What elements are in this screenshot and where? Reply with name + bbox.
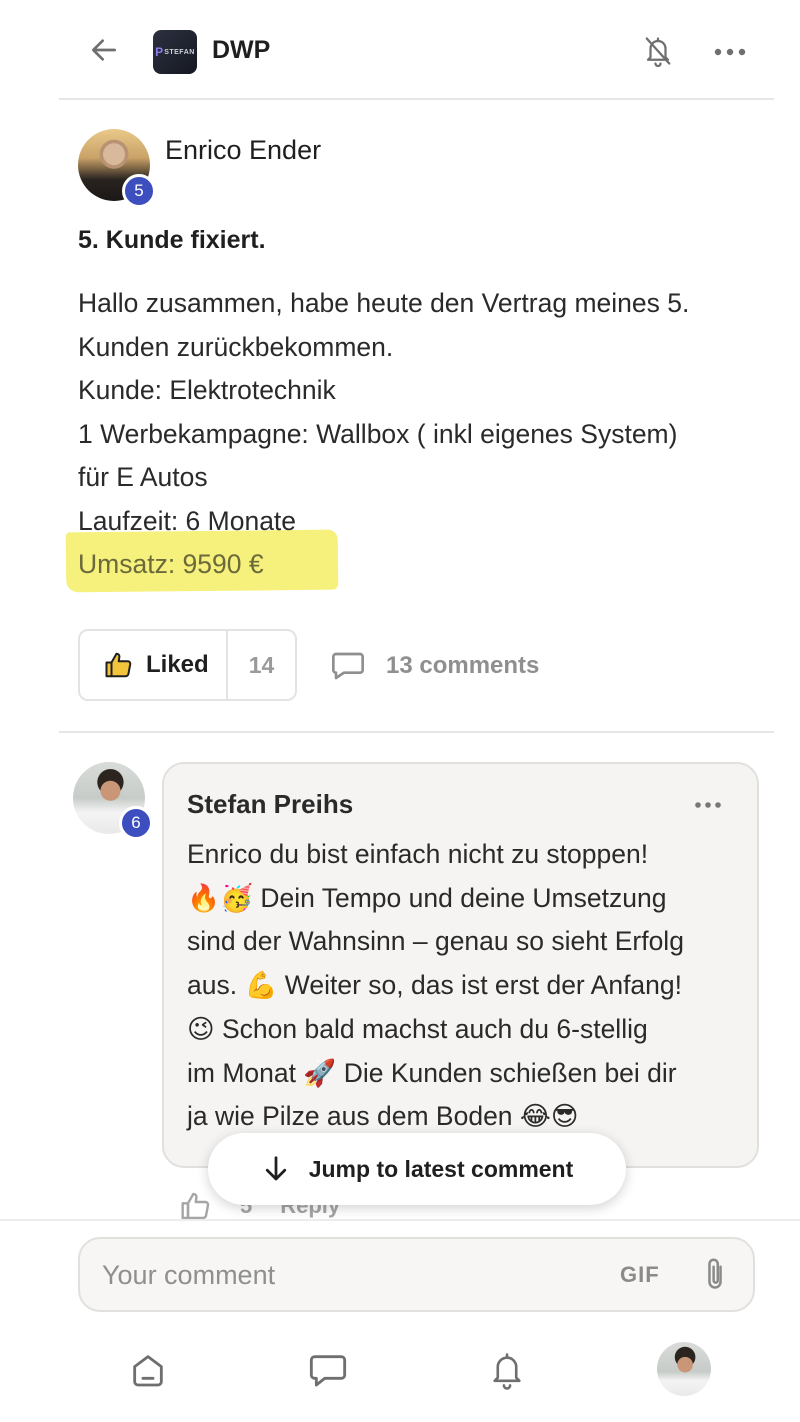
nav-notifications-button[interactable] <box>485 1348 529 1392</box>
like-button[interactable]: Liked <box>80 631 228 699</box>
mute-notifications-button[interactable] <box>638 30 678 72</box>
post-body-line: 1 Werbekampagne: Wallbox ( inkl eigenes … <box>78 418 678 449</box>
post-body-line: Laufzeit: 6 Monate <box>78 505 297 536</box>
post-body-line-highlighted: Umsatz: 9590 € <box>78 549 264 579</box>
paperclip-icon <box>708 1258 722 1289</box>
group-name[interactable]: DWP <box>212 36 270 65</box>
more-horizontal-icon <box>695 802 721 808</box>
like-count[interactable]: 14 <box>228 631 295 699</box>
post-body-line: für E Autos <box>78 462 208 492</box>
author-level-badge: 5 <box>122 174 156 208</box>
comment-body-line: 🔥🥳 Dein Tempo und deine Umsetzung <box>187 882 667 913</box>
commenter-name[interactable]: Stefan Preihs <box>187 789 353 820</box>
comment-body-line: im Monat 🚀 Die Kunden schießen bei dir <box>187 1057 677 1088</box>
author-name[interactable]: Enrico Ender <box>165 135 321 166</box>
nav-home-button[interactable] <box>126 1348 170 1392</box>
bell-off-icon <box>645 37 671 68</box>
logo-mark: P <box>155 45 164 59</box>
like-control: Liked 14 <box>78 629 297 701</box>
post-title: 5. Kunde fixiert. <box>78 226 266 254</box>
like-label: Liked <box>146 651 209 678</box>
nav-chat-button[interactable] <box>306 1348 350 1392</box>
nav-profile-avatar[interactable] <box>657 1342 711 1396</box>
comment-more-button[interactable] <box>688 790 728 820</box>
post-divider <box>59 731 774 733</box>
jump-to-latest-comment-button[interactable]: Jump to latest comment <box>208 1133 626 1205</box>
comment-body-line: sind der Wahnsinn – genau so sieht Erfol… <box>187 926 684 957</box>
header-divider <box>59 98 774 100</box>
post-body-line: Hallo zusammen, habe heute den Vertrag m… <box>78 288 690 318</box>
chat-icon <box>309 1355 347 1387</box>
comment-body-line: aus. 💪 Weiter so, das ist erst der Anfan… <box>187 970 683 1001</box>
attach-button[interactable] <box>700 1256 730 1294</box>
top-bar: P STEFAN DWP <box>0 0 800 100</box>
back-button[interactable] <box>84 30 124 70</box>
comment-like-button[interactable] <box>180 1190 212 1222</box>
post-body-line: Kunde: Elektrotechnik <box>78 375 336 405</box>
comment-bubble-icon <box>332 652 364 680</box>
post-body: Hallo zusammen, habe heute den Vertrag m… <box>78 282 768 587</box>
more-horizontal-icon <box>714 48 746 56</box>
arrow-left-icon <box>92 39 116 61</box>
home-icon <box>133 1355 163 1387</box>
thumbs-up-icon <box>181 1192 210 1220</box>
jump-label: Jump to latest comment <box>308 1155 574 1182</box>
thumbs-up-filled-icon <box>105 652 132 678</box>
comment-body-line: Enrico du bist einfach nicht zu stoppen! <box>187 839 649 869</box>
comment-body-line: 😉 Schon bald machst auch du 6-stellig <box>187 1013 648 1044</box>
bell-icon <box>493 1353 521 1390</box>
arrow-down-icon <box>265 1156 286 1181</box>
post-body-line: Kunden zurückbekommen. <box>78 331 394 362</box>
comment-input[interactable] <box>102 1253 582 1297</box>
commenter-level-badge: 6 <box>119 806 153 840</box>
comment-body: Enrico du bist einfach nicht zu stoppen!… <box>187 833 747 1139</box>
comments-link[interactable]: 13 comments <box>330 644 539 688</box>
gif-button[interactable]: GIF <box>620 1259 660 1291</box>
logo-text: STEFAN <box>164 48 195 56</box>
comments-count-label: 13 comments <box>386 652 540 679</box>
bottom-navigation <box>0 1330 800 1422</box>
more-options-button[interactable] <box>710 34 750 70</box>
group-logo[interactable]: P STEFAN <box>153 30 197 74</box>
